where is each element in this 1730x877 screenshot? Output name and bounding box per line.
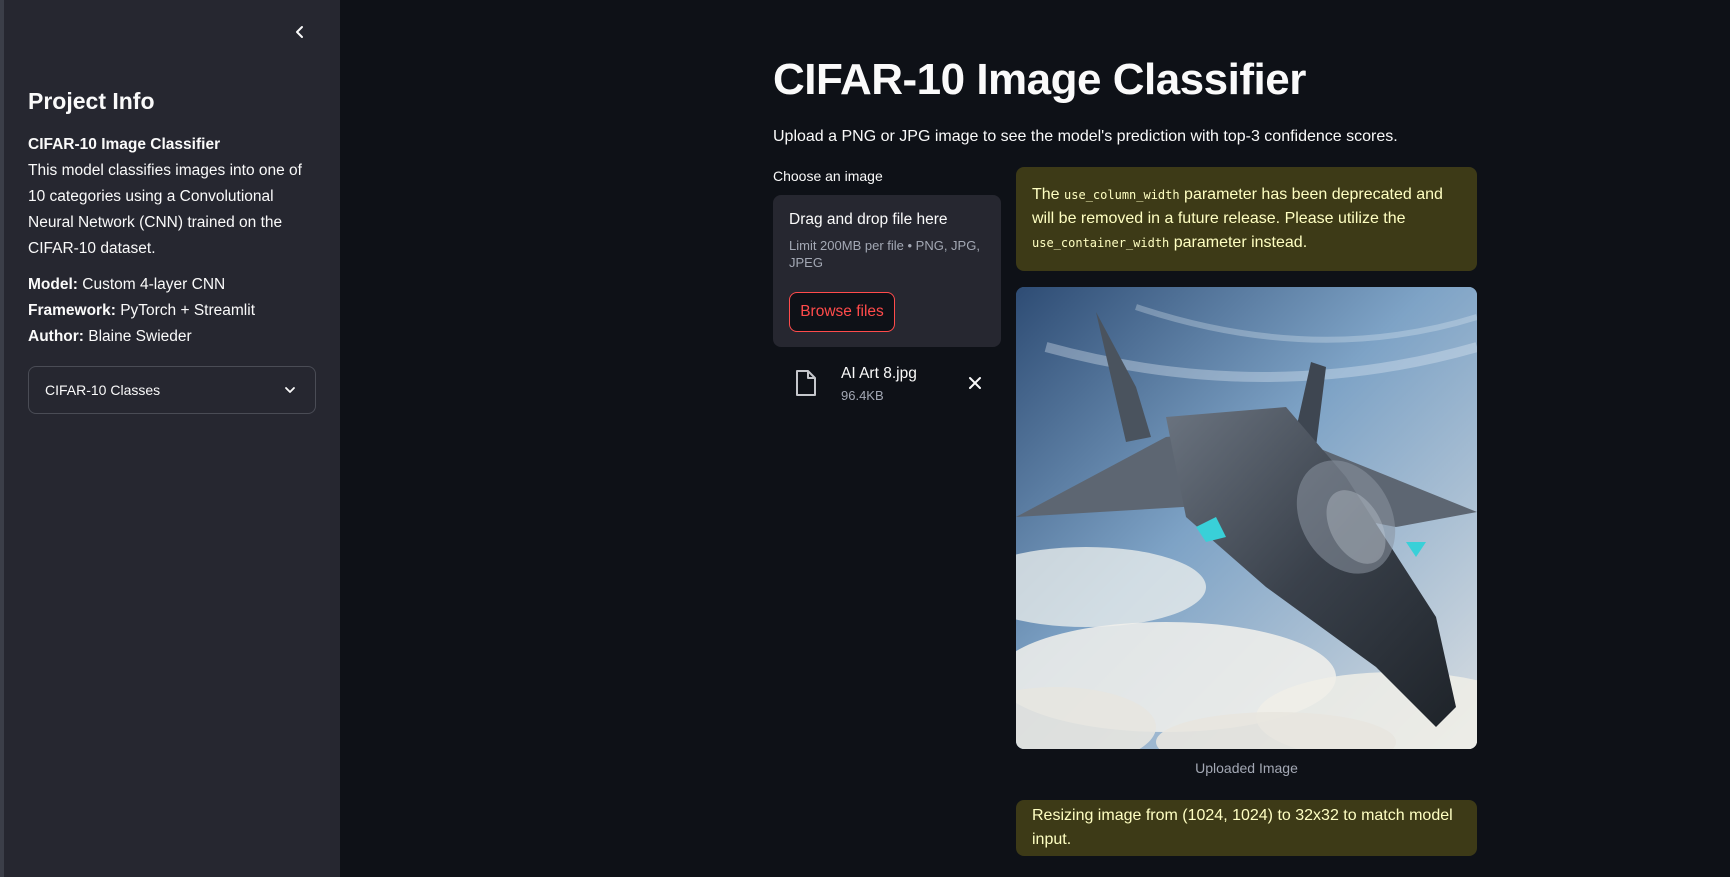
sidebar-content: Project Info CIFAR-10 Image Classifier T… [28,86,318,414]
framework-info: Framework: PyTorch + Streamlit [28,298,318,324]
close-icon [969,377,981,389]
browse-files-button[interactable]: Browse files [789,292,895,332]
code-use-container-width: use_container_width [1032,236,1170,250]
page-subtitle: Upload a PNG or JPG image to see the mod… [773,128,1398,145]
author-info: Author: Blaine Swieder [28,324,318,350]
classes-expander[interactable]: CIFAR-10 Classes [28,366,316,414]
dropzone-limit: Limit 200MB per file • PNG, JPG, JPEG [789,238,980,270]
app-name: CIFAR-10 Image Classifier [28,136,221,153]
framework-value: PyTorch + Streamlit [120,302,255,319]
file-name: AI Art 8.jpg [841,365,917,382]
author-value: Blaine Swieder [88,328,192,345]
uploader-label: Choose an image [773,168,883,184]
remove-file-button[interactable] [963,371,987,395]
uploaded-file: AI Art 8.jpg 96.4KB [773,355,1001,415]
dropzone-title: Drag and drop file here [789,211,948,228]
file-icon [796,370,816,396]
author-label: Author: [28,328,84,345]
model-info: Model: Custom 4-layer CNN [28,272,318,298]
sidebar-title: Project Info [28,88,155,114]
image-caption: Uploaded Image [1195,760,1298,776]
deprecation-warning: The use_column_width parameter has been … [1016,167,1477,271]
sidebar: Project Info CIFAR-10 Image Classifier T… [4,0,340,877]
file-dropzone[interactable]: Drag and drop file here Limit 200MB per … [773,195,1001,347]
jet-illustration [1016,287,1477,749]
code-use-column-width: use_column_width [1064,188,1180,202]
expander-label: CIFAR-10 Classes [45,382,161,398]
framework-label: Framework: [28,302,116,319]
app-description: This model classifies images into one of… [28,162,302,257]
page-title: CIFAR-10 Image Classifier [773,55,1306,104]
chevron-left-icon [296,26,303,38]
chevron-down-icon [285,387,295,393]
result-column: The use_column_width parameter has been … [1016,167,1477,856]
file-size: 96.4KB [841,388,884,403]
resize-warning: Resizing image from (1024, 1024) to 32x3… [1016,800,1477,856]
collapse-sidebar-button[interactable] [284,16,316,48]
model-label: Model: [28,276,78,293]
model-value: Custom 4-layer CNN [82,276,226,293]
uploaded-image [1016,287,1477,749]
upload-column: Choose an image Drag and drop file here … [773,168,1001,415]
